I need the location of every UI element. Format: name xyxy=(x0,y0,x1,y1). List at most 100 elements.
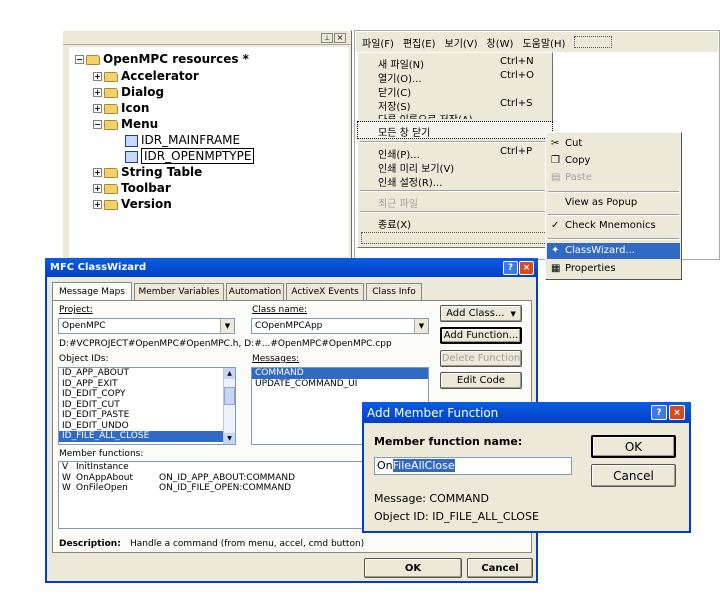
project-label: Project: xyxy=(59,305,93,315)
tab-message-maps[interactable]: Message Maps xyxy=(52,282,132,301)
help-icon[interactable]: ? xyxy=(651,405,667,420)
scroll-down-icon[interactable]: ▼ xyxy=(224,433,235,444)
tree-item-dialog[interactable]: + Dialog xyxy=(93,84,164,100)
context-check-mnemonics[interactable]: ✓ Check Mnemonics xyxy=(551,220,656,231)
panel-close-icon[interactable]: × xyxy=(334,33,346,43)
collapse-icon[interactable]: − xyxy=(75,55,84,64)
tree-item-menu[interactable]: − Menu xyxy=(93,116,158,132)
tree-item-string-table[interactable]: + String Table xyxy=(93,164,202,180)
check-mnemonics-icon: ✓ xyxy=(551,220,560,231)
menu-help[interactable]: 도움말(H) xyxy=(522,35,565,50)
folder-open-icon xyxy=(86,54,100,65)
tree-item-version[interactable]: + Version xyxy=(93,196,172,212)
edit-code-button[interactable]: Edit Code xyxy=(440,372,522,389)
tab-activex-events[interactable]: ActiveX Events xyxy=(286,283,364,300)
chevron-down-icon: ▼ xyxy=(414,319,428,333)
expand-icon[interactable]: + xyxy=(93,72,102,81)
list-item-selected[interactable]: ID_FILE_ALL_CLOSE xyxy=(59,431,235,442)
menu-edit[interactable]: 편집(E) xyxy=(403,35,436,50)
tree-root[interactable]: − OpenMPC resources * xyxy=(75,51,249,67)
add-member-cancel-button[interactable]: Cancel xyxy=(591,464,676,487)
list-item[interactable]: UPDATE_COMMAND_UI xyxy=(252,379,428,390)
expand-icon[interactable]: + xyxy=(93,184,102,193)
file-menu-print-setup[interactable]: 인쇄 설정(R)... xyxy=(378,174,442,189)
expand-icon[interactable]: + xyxy=(93,168,102,177)
tree-item-toolbar[interactable]: + Toolbar xyxy=(93,180,171,196)
list-item[interactable]: ID_APP_EXIT xyxy=(59,379,235,390)
file-menu-save-as[interactable]: 다른 이름으로 저장(A)... xyxy=(378,111,482,119)
menu-separator xyxy=(548,238,679,240)
tree-item-idr-openmptype[interactable]: IDR_OPENMPTYPE xyxy=(125,148,255,164)
close-icon[interactable]: × xyxy=(519,261,534,275)
file-menu-print-preview[interactable]: 인쇄 미리 보기(V) xyxy=(378,160,454,175)
tree-item-idr-mainframe[interactable]: IDR_MAINFRAME xyxy=(125,132,240,148)
table-row[interactable]: V InitInstance xyxy=(59,462,362,473)
collapse-icon[interactable]: − xyxy=(93,120,102,129)
context-view-as-popup[interactable]: View as Popup xyxy=(565,197,637,208)
expand-icon[interactable]: + xyxy=(93,200,102,209)
wand-icon: ✦ xyxy=(551,245,560,256)
list-item[interactable]: ID_EDIT_CUT xyxy=(59,400,235,411)
scroll-thumb[interactable] xyxy=(224,387,235,405)
table-row[interactable]: W OnAppAbout ON_ID_APP_ABOUT:COMMAND xyxy=(59,473,362,484)
context-classwizard: ✦ ClassWizard... xyxy=(551,245,635,256)
close-icon[interactable]: × xyxy=(669,405,685,420)
file-menu-new-item-placeholder[interactable] xyxy=(361,232,549,244)
object-ids-scrollbar[interactable]: ▲ ▼ xyxy=(223,368,235,444)
tab-automation[interactable]: Automation xyxy=(226,283,284,300)
context-paste[interactable]: ▤ Paste xyxy=(551,172,592,183)
list-item[interactable]: ID_APP_ABOUT xyxy=(59,368,235,379)
menu-new-item-placeholder[interactable] xyxy=(574,36,613,48)
expand-icon[interactable]: + xyxy=(93,104,102,113)
classwizard-titlebar: MFC ClassWizard xyxy=(45,258,538,277)
delete-function-button[interactable]: Delete Function xyxy=(440,350,522,367)
menu-resource-icon xyxy=(125,150,138,163)
context-copy[interactable]: ❐ Copy xyxy=(551,155,590,166)
description-text: Handle a command (from menu, accel, cmd … xyxy=(130,539,365,549)
file-menu-new[interactable]: 새 파일(N) xyxy=(378,56,424,71)
member-function-name-label: Member function name: xyxy=(374,435,523,448)
expand-icon[interactable]: + xyxy=(93,88,102,97)
list-item[interactable]: ID_EDIT_COPY xyxy=(59,389,235,400)
file-menu-exit[interactable]: 종료(X) xyxy=(378,216,411,231)
table-row[interactable]: W OnFileOpen ON_ID_FILE_OPEN:COMMAND xyxy=(59,483,362,494)
panel-minimize-icon[interactable]: ⊥ xyxy=(321,33,333,43)
menu-separator xyxy=(548,214,679,216)
cancel-button[interactable]: Cancel xyxy=(467,558,533,578)
folder-icon xyxy=(104,87,118,98)
ok-button[interactable]: OK xyxy=(364,558,462,578)
project-combo[interactable]: OpenMPC ▼ xyxy=(58,318,235,334)
folder-icon xyxy=(104,103,118,114)
context-properties[interactable]: ▦ Properties xyxy=(551,263,616,274)
help-icon[interactable]: ? xyxy=(503,261,518,275)
list-item[interactable]: ID_EDIT_UNDO xyxy=(59,421,235,432)
file-menu-close-all-label: 모든 창 닫기 xyxy=(378,128,431,139)
file-path-text: D:#VCPROJECT#OpenMPC#OpenMPC.h, D:#...#O… xyxy=(59,339,392,349)
member-function-name-input[interactable]: OnFileAllClose xyxy=(374,457,572,475)
file-menu-print[interactable]: 인쇄(P)... xyxy=(378,146,420,161)
tree-item-icon[interactable]: + Icon xyxy=(93,100,149,116)
scroll-up-icon[interactable]: ▲ xyxy=(224,368,235,379)
add-member-ok-button[interactable]: OK xyxy=(591,435,676,458)
tree-item-accelerator[interactable]: + Accelerator xyxy=(93,68,199,84)
menu-view[interactable]: 보기(V) xyxy=(445,35,478,50)
menu-separator xyxy=(360,141,550,143)
context-cut[interactable]: ✂ Cut xyxy=(551,138,582,149)
add-function-button[interactable]: Add Function... xyxy=(440,327,522,344)
list-item[interactable]: ID_EDIT_PASTE xyxy=(59,410,235,421)
file-menu-recent[interactable]: 최근 파일 xyxy=(378,195,418,210)
chevron-down-icon: ▼ xyxy=(220,319,234,333)
menu-file[interactable]: 파일(F) xyxy=(362,35,394,50)
tab-member-variables[interactable]: Member Variables xyxy=(134,283,224,300)
class-name-combo[interactable]: COpenMPCApp ▼ xyxy=(251,318,429,334)
menu-resource-icon xyxy=(125,134,138,147)
file-menu-open[interactable]: 열기(O)... xyxy=(378,70,422,85)
object-ids-label: Object IDs: xyxy=(59,354,109,364)
object-ids-list[interactable]: ID_APP_ABOUT ID_APP_EXIT ID_EDIT_COPY ID… xyxy=(58,367,236,445)
file-menu-close[interactable]: 닫기(C) xyxy=(378,84,411,99)
menu-window[interactable]: 창(W) xyxy=(487,35,514,50)
list-item-selected[interactable]: COMMAND xyxy=(252,368,428,379)
add-class-button[interactable]: Add Class... ▼ xyxy=(440,305,522,322)
member-functions-list[interactable]: V InitInstance W OnAppAbout ON_ID_APP_ABOUT… xyxy=(58,461,363,529)
tab-class-info[interactable]: Class Info xyxy=(366,283,422,300)
